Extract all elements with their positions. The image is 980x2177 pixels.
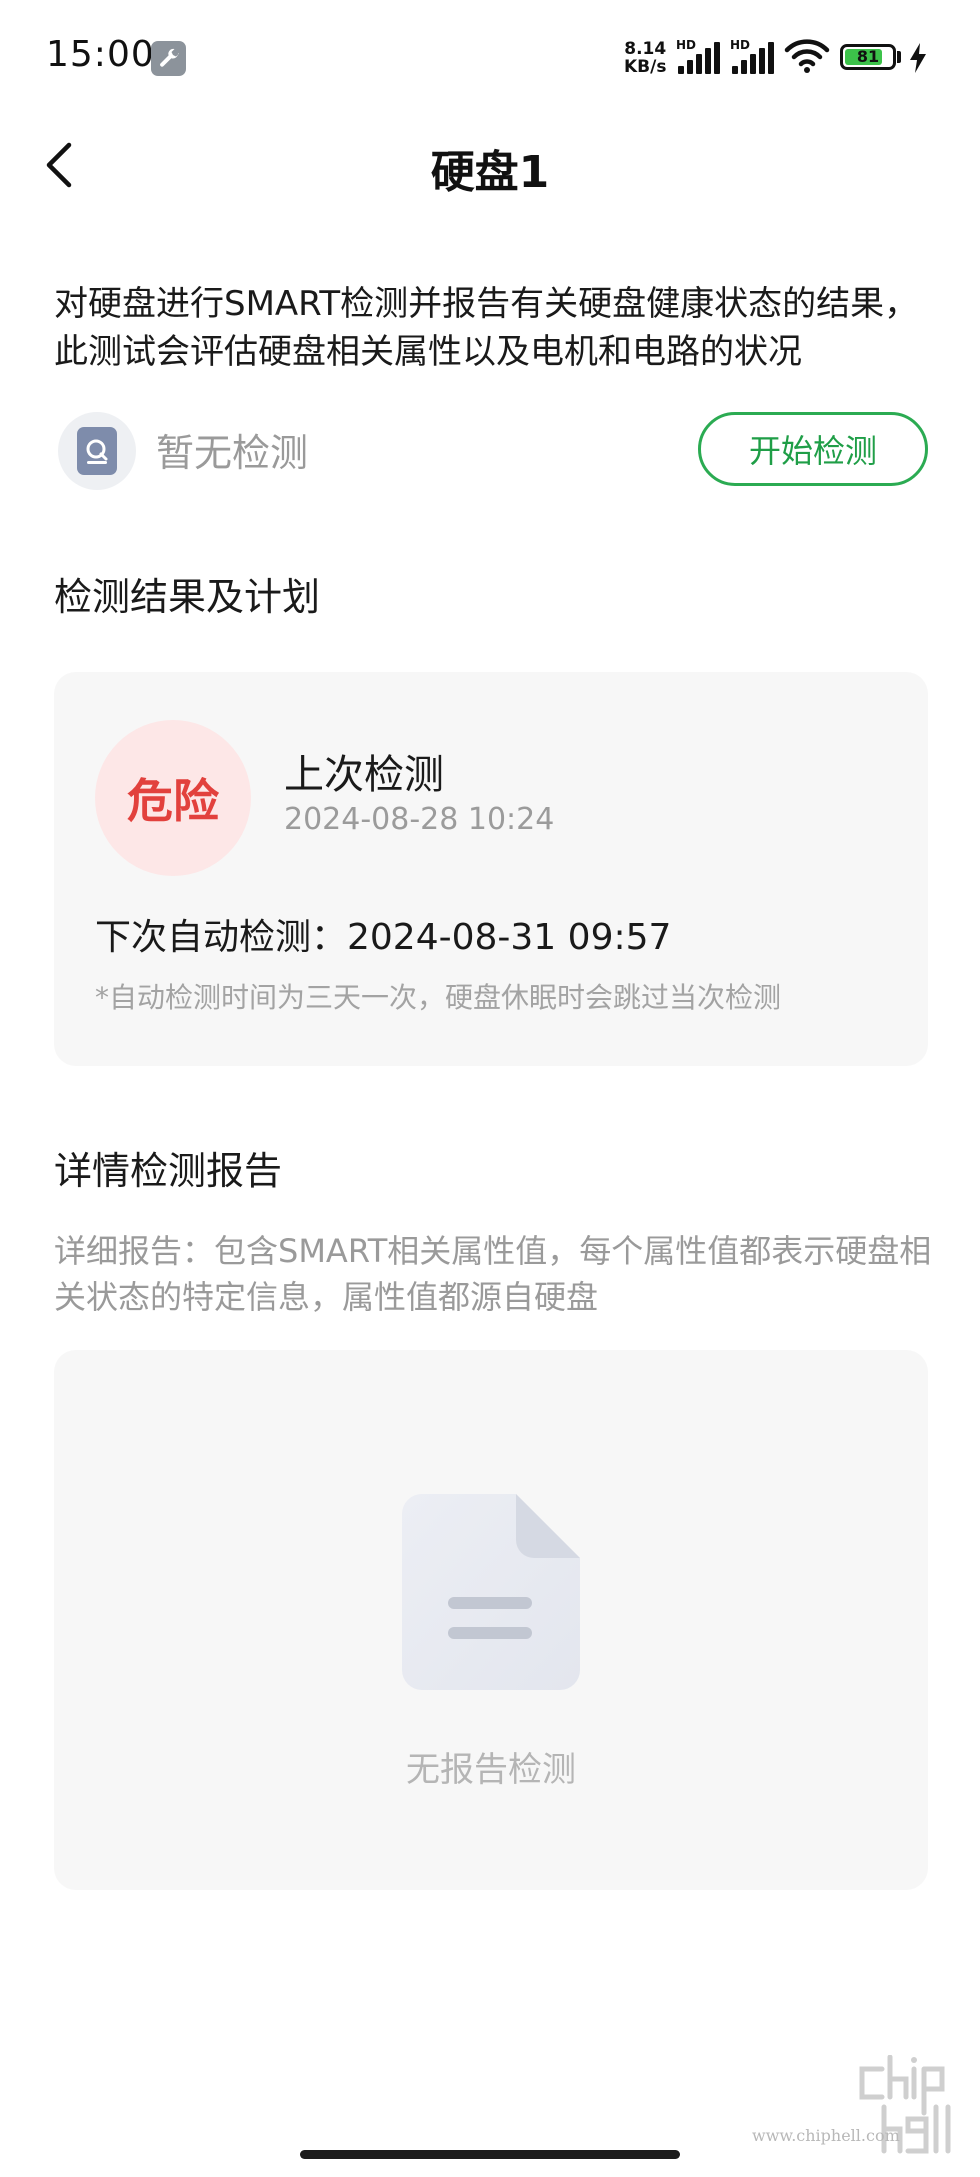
detection-note: *自动检测时间为三天一次，硬盘休眠时会跳过当次检测 — [95, 981, 782, 1014]
detect-status-row: 暂无检测 开始检测 — [54, 410, 928, 490]
wrench-icon — [151, 41, 186, 76]
status-time: 15:00 — [46, 34, 155, 75]
report-description: 详细报告：包含SMART相关属性值，每个属性值都表示硬盘相关状态的特定信息，属性… — [54, 1232, 932, 1316]
disk-icon — [77, 427, 117, 475]
last-detection-label: 上次检测 — [284, 752, 444, 798]
status-text: 危险 — [127, 774, 219, 828]
status-bar: 15:00 8.14 KB/s HD HD 81 — [0, 0, 980, 116]
battery-cap — [897, 51, 901, 63]
nav-bar: 硬盘1 — [0, 116, 980, 212]
disk-badge — [58, 412, 136, 490]
start-detection-button[interactable]: 开始检测 — [698, 412, 928, 486]
chiphell-logo — [859, 2055, 951, 2154]
results-section-title: 检测结果及计划 — [54, 575, 321, 619]
intro-text: 对硬盘进行SMART检测并报告有关硬盘健康状态的结果，此测试会评估硬盘相关属性以… — [54, 284, 919, 372]
result-card: 危险 上次检测 2024-08-28 10:24 下次自动检测：2024-08-… — [54, 672, 928, 1066]
signal-icon: HD — [676, 38, 720, 74]
report-card: 无报告检测 — [54, 1350, 928, 1890]
watermark-url: www.chiphell.com — [752, 2126, 900, 2145]
last-detection-time: 2024-08-28 10:24 — [284, 802, 555, 837]
no-report-text: 无报告检测 — [406, 1750, 576, 1790]
page-title: 硬盘1 — [430, 147, 550, 198]
wifi-icon — [784, 39, 830, 73]
network-speed: 8.14 KB/s — [624, 39, 667, 77]
next-detection-label: 下次自动检测：2024-08-31 09:57 — [95, 917, 672, 958]
home-indicator[interactable] — [300, 2150, 680, 2159]
status-badge: 危险 — [95, 720, 251, 876]
signal-icon: HD — [730, 38, 774, 74]
charging-bolt-icon — [910, 43, 926, 73]
report-section-title: 详情检测报告 — [54, 1149, 283, 1193]
no-detection-text: 暂无检测 — [156, 431, 309, 475]
document-icon — [402, 1494, 580, 1690]
battery-icon: 81 — [840, 44, 896, 70]
